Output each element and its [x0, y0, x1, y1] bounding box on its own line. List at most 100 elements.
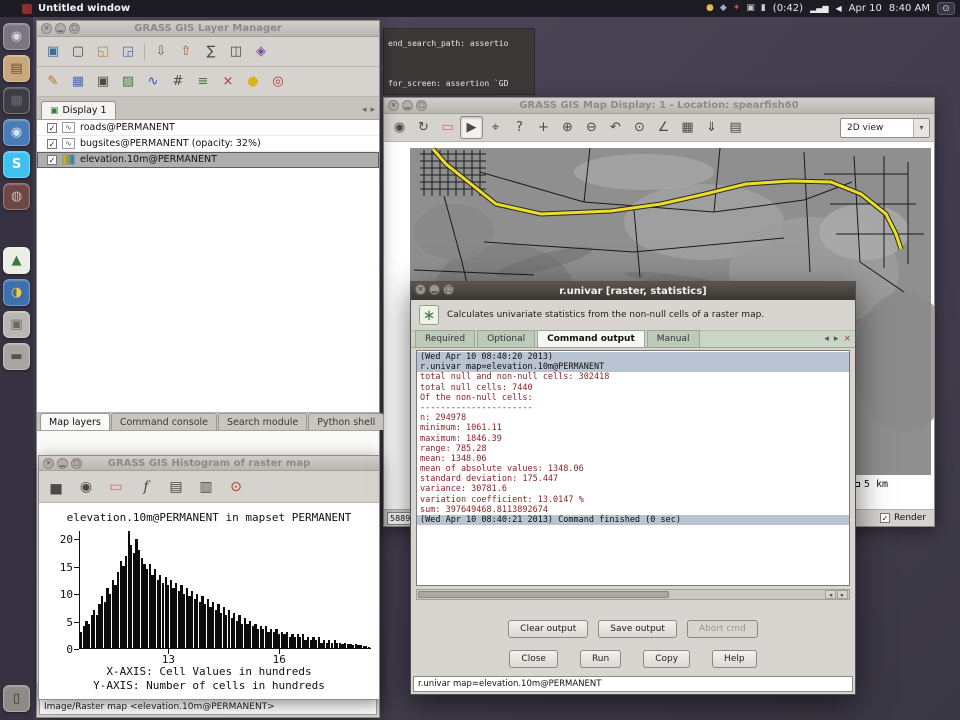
print-preview-button[interactable]: ▤: [163, 474, 189, 500]
gui-settings-button[interactable]: ●: [241, 70, 265, 94]
print-display-button[interactable]: ▤: [724, 116, 747, 139]
launcher-media-app[interactable]: ◍: [3, 183, 30, 210]
date-label[interactable]: Apr 10: [849, 3, 882, 14]
tab-scroll-left-icon[interactable]: ◂: [362, 105, 367, 115]
pointer-tool-button[interactable]: ▶: [460, 116, 483, 139]
quit-histogram-button[interactable]: ⊙: [223, 474, 249, 500]
start-new-map-display-button[interactable]: ▣: [41, 40, 65, 64]
tab-required[interactable]: Required: [415, 330, 475, 347]
layer-row[interactable]: ✓∿roads@PERMANENT: [37, 120, 379, 136]
maximize-button[interactable]: □: [443, 284, 454, 295]
scroll-left-icon[interactable]: ◂: [825, 590, 836, 599]
launcher-web-browser[interactable]: ◉: [3, 119, 30, 146]
tab-left-icon[interactable]: ◂: [824, 334, 829, 344]
add-vector-layer-button[interactable]: ∿: [141, 70, 165, 94]
map-swipe-button[interactable]: ◫: [224, 40, 248, 64]
render-map-button[interactable]: ↻: [412, 116, 435, 139]
launcher-trash[interactable]: ▯: [3, 685, 30, 712]
keyboard-indicator-icon[interactable]: ▣: [746, 4, 755, 13]
histogram-titlebar[interactable]: ×▁□ GRASS GIS Histogram of raster map: [39, 456, 379, 471]
run-button[interactable]: Run: [580, 650, 621, 668]
layer-manager-titlebar[interactable]: ×▁□ GRASS GIS Layer Manager: [37, 21, 379, 37]
launcher-disk-utility[interactable]: ▬: [3, 343, 30, 370]
layer-checkbox[interactable]: ✓: [47, 155, 57, 165]
help-button[interactable]: Help: [712, 650, 757, 668]
command-output-panel[interactable]: (Wed Apr 10 08:40:20 2013)r.univar map=e…: [416, 350, 850, 586]
command-field[interactable]: r.univar map=elevation.10m@PERMANENT: [413, 676, 853, 692]
horizontal-scrollbar[interactable]: ◂ ▸: [416, 589, 850, 600]
add-overlays-button[interactable]: ≡: [191, 70, 215, 94]
return-to-previous-zoom-button[interactable]: ↶: [604, 116, 627, 139]
close-button[interactable]: ×: [41, 23, 52, 34]
battery-label[interactable]: (0:42): [773, 3, 803, 14]
close-button[interactable]: ×: [388, 100, 399, 111]
render-histogram-button[interactable]: ◉: [73, 474, 99, 500]
maximize-button[interactable]: □: [69, 23, 80, 34]
launcher-screenshot-tool[interactable]: ▦: [3, 87, 30, 114]
create-new-workspace-button[interactable]: ▢: [66, 40, 90, 64]
import-raster-data-button[interactable]: ⇩: [149, 40, 173, 64]
launcher-dash-home[interactable]: ◉: [3, 23, 30, 50]
add-layer-group-button[interactable]: #: [166, 70, 190, 94]
scrollbar-thumb[interactable]: [418, 591, 669, 598]
add-raster-layer-button[interactable]: ▨: [116, 70, 140, 94]
save-display-to-file-button[interactable]: ⇓: [700, 116, 723, 139]
printer-indicator-icon[interactable]: ✦: [733, 4, 741, 13]
terminal-window[interactable]: end_search_path: assertio for_screen: as…: [383, 28, 535, 95]
tab-command-output[interactable]: Command output: [537, 330, 645, 347]
view-mode-select[interactable]: 2D view ▾: [840, 118, 930, 138]
render-checkbox[interactable]: ✓: [880, 513, 890, 523]
scroll-right-icon[interactable]: ▸: [837, 590, 848, 599]
layer-checkbox[interactable]: ✓: [47, 139, 57, 149]
select-features-button[interactable]: ⌖: [484, 116, 507, 139]
analyze-menu-button[interactable]: ∠: [652, 116, 675, 139]
display-map-button[interactable]: ◉: [388, 116, 411, 139]
tab-right-icon[interactable]: ▸: [834, 334, 839, 344]
show-attribute-table-button[interactable]: ▦: [66, 70, 90, 94]
graphical-modeler-button[interactable]: ◈: [249, 40, 273, 64]
launcher-skype[interactable]: S: [3, 151, 30, 178]
layer-checkbox[interactable]: ✓: [47, 123, 57, 133]
tab-manual[interactable]: Manual: [647, 330, 700, 347]
battery-indicator-icon[interactable]: ▮: [761, 4, 766, 13]
minimize-button[interactable]: ▁: [55, 23, 66, 34]
tab-close-icon[interactable]: ×: [843, 334, 851, 344]
copy-button[interactable]: Copy: [643, 650, 690, 668]
launcher-gis-app[interactable]: ◑: [3, 279, 30, 306]
tab-optional[interactable]: Optional: [477, 330, 535, 347]
launcher-files[interactable]: ▤: [3, 55, 30, 82]
histogram-options-button[interactable]: ▅: [43, 474, 69, 500]
save-output-button[interactable]: Save output: [598, 620, 677, 638]
close-button[interactable]: Close: [509, 650, 558, 668]
session-menu-button[interactable]: ⊙: [937, 2, 955, 15]
erase-histogram-button[interactable]: ▭: [103, 474, 129, 500]
text-font-button[interactable]: f: [133, 474, 159, 500]
network-signal-icon[interactable]: ▂▄▆: [810, 5, 828, 13]
zoom-in-tool-button[interactable]: ⊕: [556, 116, 579, 139]
tab-command-console[interactable]: Command console: [111, 413, 217, 430]
tab-display-1[interactable]: ▣ Display 1: [41, 101, 116, 119]
close-button[interactable]: ×: [43, 458, 54, 469]
launcher-grass-gis[interactable]: ▲: [3, 247, 30, 274]
save-workspace-button[interactable]: ◲: [116, 40, 140, 64]
clear-output-button[interactable]: Clear output: [508, 620, 588, 638]
layer-tree[interactable]: ✓∿roads@PERMANENT✓∿bugsites@PERMANENT (o…: [37, 120, 379, 413]
pan-tool-button[interactable]: +: [532, 116, 555, 139]
launcher-package-app[interactable]: ▣: [3, 311, 30, 338]
print-histogram-button[interactable]: ▥: [193, 474, 219, 500]
sound-icon[interactable]: ◀: [836, 5, 842, 13]
erase-display-button[interactable]: ▭: [436, 116, 459, 139]
search-modules-button[interactable]: ◎: [266, 70, 290, 94]
raster-map-calculator-button[interactable]: ∑: [199, 40, 223, 64]
add-overlay-button[interactable]: ▦: [676, 116, 699, 139]
import-vector-data-button[interactable]: ⇧: [174, 40, 198, 64]
delete-selected-layer-button[interactable]: ×: [216, 70, 240, 94]
clock-label[interactable]: 8:40 AM: [889, 3, 930, 14]
tab-scroll-right-icon[interactable]: ▸: [370, 105, 375, 115]
minimize-button[interactable]: ▁: [57, 458, 68, 469]
edit-vector-maps-button[interactable]: ✎: [41, 70, 65, 94]
map-display-titlebar[interactable]: ×▁□ GRASS GIS Map Display: 1 - Location:…: [384, 98, 934, 114]
maximize-button[interactable]: □: [71, 458, 82, 469]
maximize-button[interactable]: □: [416, 100, 427, 111]
messaging-indicator-icon[interactable]: ●: [706, 4, 714, 13]
